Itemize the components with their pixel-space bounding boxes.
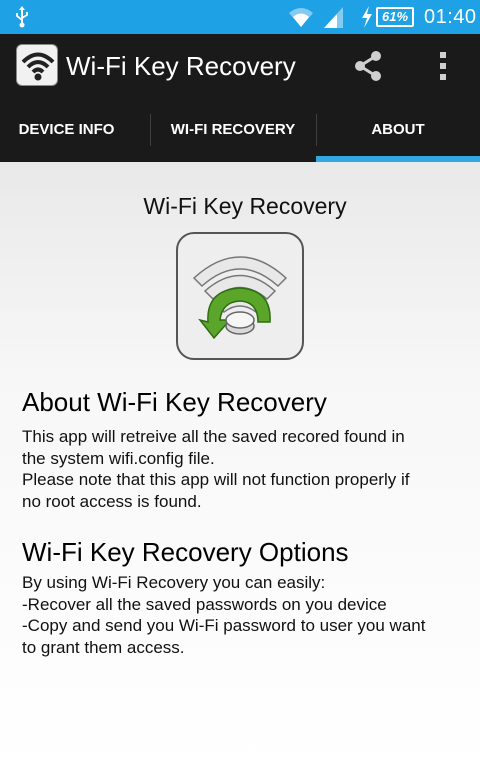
about-content: Wi-Fi Key Recovery About Wi-Fi Key Recov… [0,162,480,769]
usb-icon [16,6,28,28]
text-line: the system wifi.config file. [22,448,215,468]
status-bar: 61% 01:40 [0,0,480,34]
tab-about[interactable]: ABOUT [316,98,480,162]
action-bar: Wi-Fi Key Recovery [0,34,480,98]
overflow-menu-icon[interactable] [438,50,448,82]
tab-wifi-recovery[interactable]: WI-FI RECOVERY [150,98,316,162]
battery-icon: 61% [376,7,414,27]
cell-signal-icon [324,7,343,28]
clock: 01:40 [424,6,477,28]
text-line: no root access is found. [22,491,202,511]
text-line: Please note that this app will not funct… [22,470,410,489]
section-title-about: About Wi-Fi Key Recovery [22,387,327,417]
text-line: By using Wi-Fi Recovery you can easily: [22,573,326,592]
wifi-recovery-logo-icon [192,256,288,340]
share-icon[interactable] [352,50,384,82]
text-line: -Copy and send you Wi-Fi password to use… [22,616,426,635]
app-icon[interactable] [16,44,58,86]
text-line: to grant them access. [22,637,185,657]
section-title-options: Wi-Fi Key Recovery Options [22,537,349,567]
text-line: This app will retreive all the saved rec… [22,427,405,446]
charging-bolt-icon [362,6,372,28]
app-logo [176,232,304,360]
wifi-signal-icon [289,8,313,27]
app-title: Wi-Fi Key Recovery [66,51,296,81]
tab-bar: DEVICE INFO WI-FI RECOVERY ABOUT [0,98,480,162]
tab-device-info[interactable]: DEVICE INFO [0,98,133,162]
section-text-about: This app will retreive all the saved rec… [22,426,472,512]
about-heading: Wi-Fi Key Recovery [143,193,347,219]
text-line: -Recover all the saved passwords on you … [22,594,387,614]
section-text-options: By using Wi-Fi Recovery you can easily: … [22,572,472,658]
